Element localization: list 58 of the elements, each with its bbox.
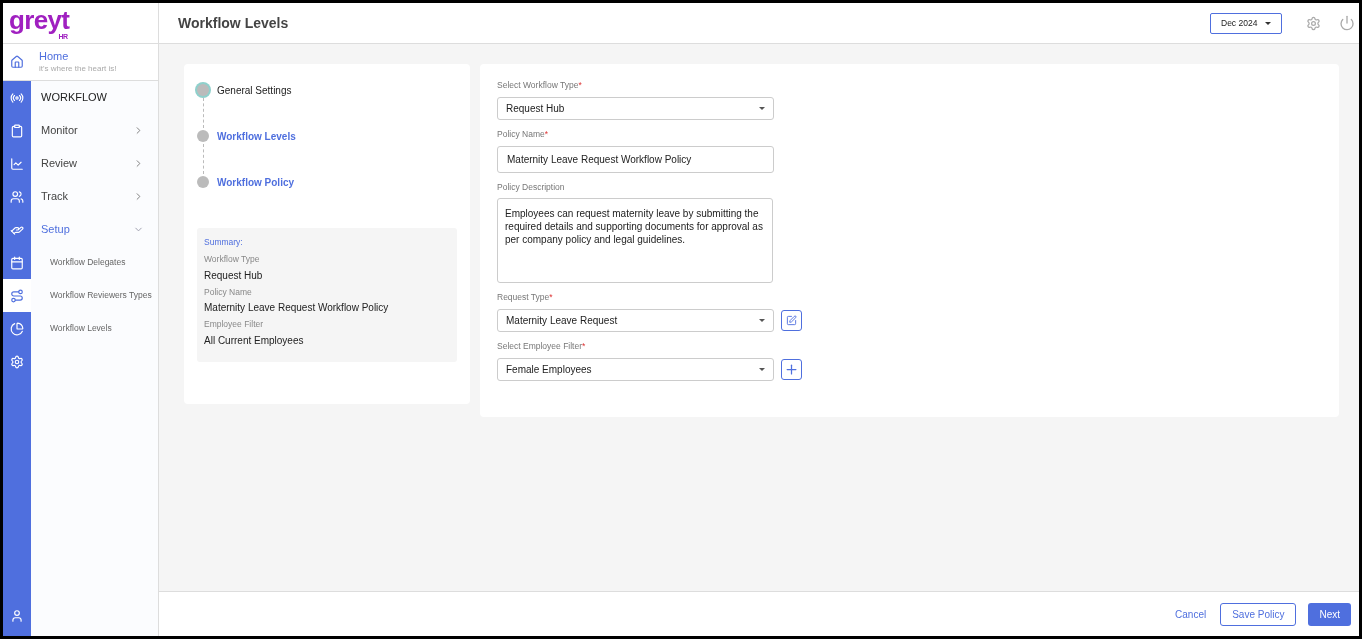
select-field[interactable]: Female Employees	[497, 357, 774, 381]
summary-label: Workflow Type	[204, 252, 261, 266]
sidebar-item[interactable]: Monitor	[31, 114, 158, 147]
add-button[interactable]	[781, 358, 802, 380]
caret-icon	[759, 106, 765, 110]
textarea-field[interactable]: Employees can request maternity leave by submitting the required details and supporting documents for approval as per company policy and legal guidelines.	[497, 198, 773, 284]
people-icon[interactable]	[10, 189, 24, 204]
home-link[interactable]: Home	[39, 49, 158, 63]
chart-icon[interactable]	[10, 156, 24, 171]
home-tagline: it's where the heart is!	[39, 62, 118, 75]
required-marker: *	[549, 292, 553, 303]
step-label[interactable]: Workflow Levels	[217, 128, 296, 144]
summary-label: Employee Filter	[204, 318, 265, 331]
caret-icon	[759, 319, 765, 322]
required-marker: *	[582, 341, 586, 351]
select-field[interactable]: Request Hub	[497, 96, 774, 120]
sidebar-item[interactable]: Review	[31, 147, 158, 180]
summary-value: Request Hub	[204, 268, 264, 283]
field-label: Policy Description	[497, 180, 566, 194]
summary-label: Policy Name	[204, 285, 253, 299]
clipboard-icon[interactable]	[10, 123, 24, 138]
save-policy-button[interactable]: Save Policy	[1220, 602, 1297, 626]
field-label: Policy Name*	[497, 127, 550, 141]
step-label[interactable]: Workflow Policy	[217, 174, 295, 190]
power-icon[interactable]	[1339, 15, 1355, 31]
caret-icon	[1265, 21, 1271, 25]
sidebar-item[interactable]: Track	[31, 180, 158, 213]
summary-title: Summary:	[204, 236, 244, 249]
route-icon[interactable]	[10, 288, 24, 303]
field-label: Select Employee Filter*	[497, 340, 587, 353]
summary-value: All Current Employees	[204, 334, 305, 348]
page-title: Workflow Levels	[178, 13, 289, 33]
caret-icon	[759, 367, 765, 371]
period-select[interactable]: Dec 2024	[1210, 12, 1282, 34]
field-label: Request Type*	[497, 291, 554, 304]
field-label: Select Workflow Type*	[497, 79, 583, 92]
sidebar-subitem[interactable]: Workflow Delegates	[31, 246, 158, 279]
required-marker: *	[578, 80, 582, 90]
sidebar-subitem[interactable]: Workflow Reviewers Types	[31, 279, 158, 312]
broadcast-icon[interactable]	[10, 90, 24, 105]
edit-button[interactable]	[781, 310, 802, 331]
summary-value: Maternity Leave Request Workflow Policy	[204, 301, 390, 316]
cancel-button[interactable]: Cancel	[1173, 606, 1209, 622]
settings-icon[interactable]	[1306, 15, 1321, 31]
calendar-icon[interactable]	[10, 255, 24, 270]
pie-chart-icon[interactable]	[10, 321, 24, 336]
user-icon[interactable]	[10, 609, 24, 623]
home-icon[interactable]	[10, 55, 24, 69]
select-field[interactable]: Maternity Leave Request	[497, 309, 774, 332]
step-label[interactable]: General Settings	[217, 82, 292, 98]
required-marker: *	[544, 128, 549, 139]
next-button[interactable]: Next	[1308, 602, 1351, 626]
sidebar-subitem[interactable]: Workflow Levels	[31, 312, 158, 345]
section-title: WORKFLOW	[41, 90, 107, 106]
edit-icon	[786, 315, 797, 326]
plus-icon	[784, 361, 799, 377]
input-field[interactable]: Maternity Leave Request Workflow Policy	[497, 145, 774, 173]
sidebar-item[interactable]: Setup	[31, 213, 158, 246]
